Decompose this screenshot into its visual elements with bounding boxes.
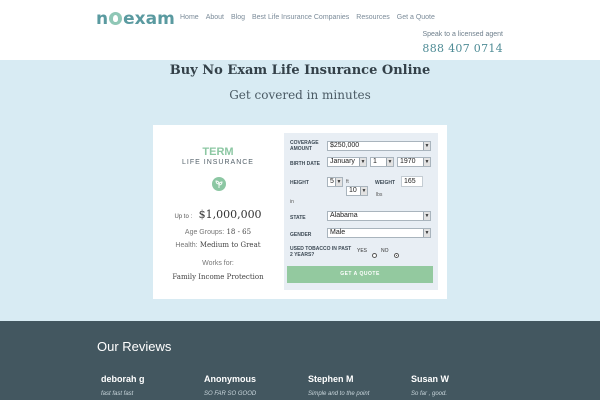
- age-value: 18 - 65: [226, 228, 252, 236]
- works-for-label: Works for:: [202, 260, 234, 267]
- max-amount: $1,000,000: [198, 208, 262, 221]
- chevron-down-icon: ▼: [335, 178, 342, 186]
- coverage-max: Up to : $1,000,000: [174, 208, 262, 221]
- birth-day-select[interactable]: 1 ▼: [370, 157, 394, 167]
- gender-label: GENDER: [290, 232, 312, 238]
- birth-year-select[interactable]: 1970 ▼: [397, 157, 431, 167]
- up-to-label: Up to: [174, 214, 189, 220]
- review-author: Anonymous: [204, 374, 257, 384]
- site-header: n exam Home About Blog Best Life Insuranc…: [0, 0, 600, 60]
- sprout-icon: [215, 180, 223, 188]
- height-in-value: 10: [349, 187, 357, 194]
- tobacco-no-radio[interactable]: [394, 253, 399, 258]
- ft-unit: ft: [346, 179, 349, 185]
- state-label: STATE: [290, 215, 306, 221]
- chevron-down-icon: ▼: [423, 212, 430, 220]
- age-groups: Age Groups: 18 - 65: [153, 228, 283, 236]
- height-label: HEIGHT: [290, 180, 309, 186]
- hero-title: Buy No Exam Life Insurance Online: [169, 63, 431, 78]
- chevron-down-icon: ▼: [360, 187, 367, 195]
- health-value: Medium to Great: [199, 241, 261, 249]
- review-text: So far , good.: [411, 391, 448, 397]
- product-subtitle: LIFE INSURANCE: [182, 159, 254, 166]
- birth-day-value: 1: [373, 158, 377, 165]
- birth-label: BIRTH DATE: [290, 161, 320, 167]
- review-text: fast fast fast: [101, 391, 134, 397]
- nav-blog[interactable]: Blog: [231, 14, 245, 21]
- nav-home[interactable]: Home: [180, 14, 199, 21]
- leaf-icon: [212, 177, 226, 191]
- get-quote-button[interactable]: GET A QUOTE: [287, 266, 433, 283]
- coverage-label: COVERAGE AMOUNT: [290, 140, 319, 152]
- tobacco-label: USED TOBACCO IN PAST 2 YEARS?: [290, 246, 352, 258]
- nav-best-companies[interactable]: Best Life Insurance Companies: [252, 14, 349, 21]
- birth-month-select[interactable]: January ▼: [327, 157, 367, 167]
- logo-text-right: exam: [123, 9, 175, 29]
- in-unit: in: [290, 199, 294, 205]
- weight-label: WEIGHT: [375, 180, 395, 186]
- height-in-select[interactable]: 10 ▼: [346, 186, 368, 196]
- chevron-down-icon: ▼: [423, 229, 430, 237]
- coverage-value: $250,000: [330, 142, 360, 149]
- logo-text-left: n: [96, 9, 109, 29]
- chevron-down-icon: ▼: [359, 158, 366, 166]
- health-requirement: Health: Medium to Great: [153, 241, 283, 249]
- review-text: SO FAR SO GOOD: [204, 391, 257, 397]
- main-nav: Home About Blog Best Life Insurance Comp…: [180, 14, 435, 21]
- logo-leaf-icon: [109, 12, 123, 25]
- review-author: Stephen M: [308, 374, 354, 384]
- product-summary: TERM LIFE INSURANCE Up to : $1,000,000 A…: [153, 125, 283, 299]
- phone-number[interactable]: 888 407 0714: [422, 42, 503, 55]
- reviews-section: Our Reviews deborah g fast fast fast Ano…: [0, 321, 600, 400]
- review-text: Simple and to the point: [308, 391, 370, 397]
- chevron-down-icon: ▼: [423, 142, 430, 150]
- gender-select[interactable]: Male ▼: [327, 228, 431, 238]
- chevron-down-icon: ▼: [423, 158, 430, 166]
- chevron-down-icon: ▼: [386, 158, 393, 166]
- tobacco-yes-radio[interactable]: [372, 253, 377, 258]
- works-for-value: Family Income Protection: [172, 273, 264, 281]
- age-label: Age Groups:: [184, 229, 225, 236]
- reviews-title: Our Reviews: [97, 339, 172, 354]
- quote-form: COVERAGE AMOUNT $250,000 ▼ BIRTH DATE Ja…: [284, 133, 438, 290]
- nav-about[interactable]: About: [206, 14, 224, 21]
- height-ft-value: 5: [330, 178, 334, 185]
- tobacco-no-label: NO: [381, 248, 389, 254]
- hero-subtitle: Get covered in minutes: [229, 88, 371, 102]
- review-author: deborah g: [101, 374, 145, 384]
- lbs-unit: lbs: [376, 192, 383, 198]
- quote-card: TERM LIFE INSURANCE Up to : $1,000,000 A…: [153, 125, 447, 299]
- product-term: TERM: [202, 146, 234, 158]
- birth-year-value: 1970: [400, 158, 416, 165]
- weight-input[interactable]: 165: [401, 176, 423, 187]
- agent-label: Speak to a licensed agent: [422, 31, 503, 38]
- nav-get-quote[interactable]: Get a Quote: [397, 14, 435, 21]
- agent-contact: Speak to a licensed agent 888 407 0714: [422, 31, 503, 55]
- birth-month-value: January: [330, 158, 355, 165]
- health-label: Health:: [175, 242, 198, 249]
- logo[interactable]: n exam: [96, 9, 175, 29]
- tobacco-yes-label: YES: [357, 248, 368, 254]
- coverage-select[interactable]: $250,000 ▼: [327, 141, 431, 151]
- height-ft-select[interactable]: 5 ▼: [327, 177, 343, 187]
- state-select[interactable]: Alabama ▼: [327, 211, 431, 221]
- state-value: Alabama: [330, 212, 358, 219]
- nav-resources[interactable]: Resources: [356, 14, 389, 21]
- gender-value: Male: [330, 229, 346, 236]
- review-author: Susan W: [411, 374, 450, 384]
